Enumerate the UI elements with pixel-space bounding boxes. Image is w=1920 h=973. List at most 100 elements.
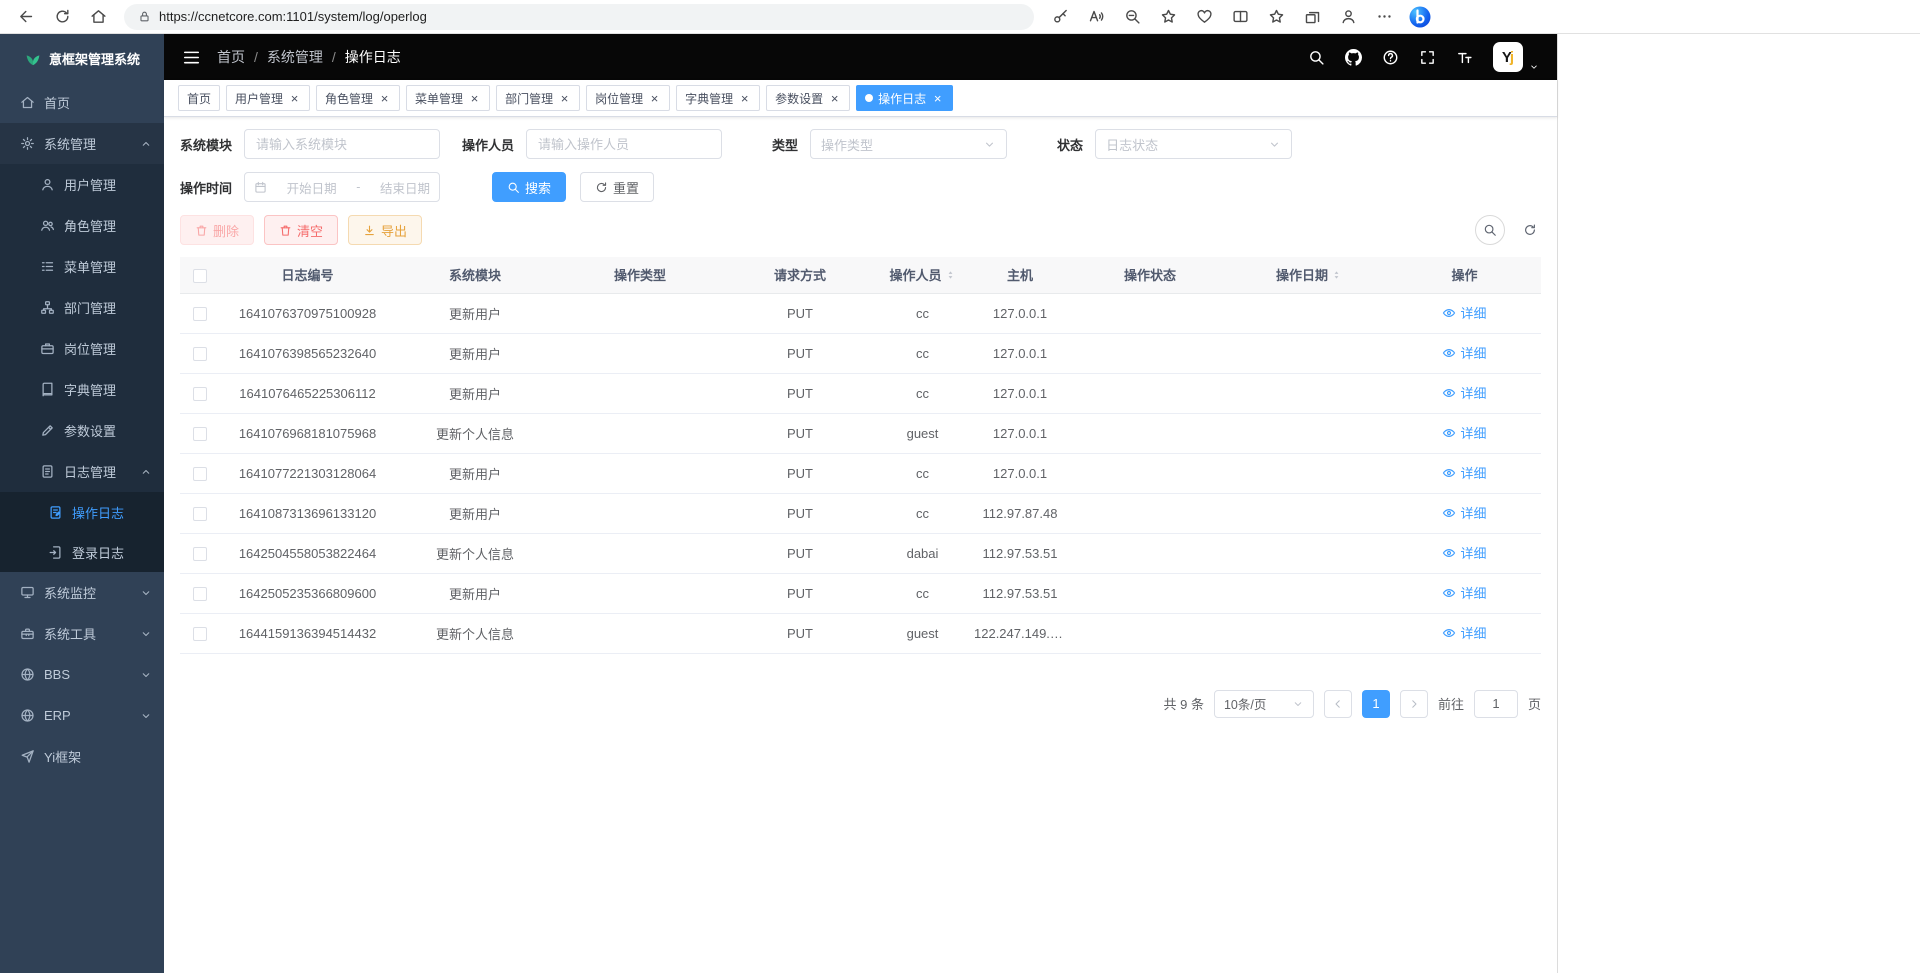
tab[interactable]: 首页 × (178, 85, 220, 111)
operator-input[interactable] (526, 129, 722, 159)
row-checkbox[interactable] (193, 547, 207, 561)
tab[interactable]: 菜单管理 × (406, 85, 490, 111)
row-checkbox[interactable] (193, 467, 207, 481)
row-checkbox[interactable] (193, 507, 207, 521)
sidebar-item[interactable]: 岗位管理 (0, 328, 164, 369)
table-header-cell[interactable]: 操作状态 (1070, 257, 1230, 293)
user-avatar[interactable]: Yj (1493, 42, 1523, 72)
detail-link[interactable]: 详细 (1442, 623, 1486, 642)
row-checkbox[interactable] (193, 627, 207, 641)
current-page[interactable]: 1 (1362, 690, 1390, 718)
search-icon[interactable] (1308, 49, 1325, 66)
tab[interactable]: 岗位管理 × (586, 85, 670, 111)
avatar-caret-icon[interactable] (1529, 62, 1539, 72)
row-checkbox[interactable] (193, 307, 207, 321)
status-select[interactable]: 日志状态 (1095, 129, 1292, 159)
essentials-button[interactable] (1186, 3, 1222, 31)
tab-close-icon[interactable]: × (558, 92, 571, 105)
row-checkbox[interactable] (193, 427, 207, 441)
page-size-select[interactable]: 10条/页 (1214, 690, 1314, 718)
table-header-cell[interactable]: 操作人员 (875, 257, 970, 293)
detail-link[interactable]: 详细 (1442, 423, 1486, 442)
sidebar-item[interactable]: 系统工具 (0, 613, 164, 654)
tab[interactable]: 部门管理 × (496, 85, 580, 111)
tab-close-icon[interactable]: × (738, 92, 751, 105)
reset-button[interactable]: 重置 (580, 172, 654, 202)
table-header-cell[interactable]: 主机 (970, 257, 1070, 293)
sidebar-item[interactable]: BBS (0, 654, 164, 695)
type-select[interactable]: 操作类型 (810, 129, 1007, 159)
row-checkbox[interactable] (193, 387, 207, 401)
goto-page-input[interactable] (1474, 690, 1518, 718)
home-button[interactable] (80, 3, 116, 31)
detail-link[interactable]: 详细 (1442, 303, 1486, 322)
tab-close-icon[interactable]: × (378, 92, 391, 105)
table-header-cell[interactable]: 操作日期 (1230, 257, 1388, 293)
table-header-cell[interactable]: 日志编号 (220, 257, 395, 293)
split-button[interactable] (1222, 3, 1258, 31)
sidebar-item[interactable]: 系统监控 (0, 572, 164, 613)
prev-page-button[interactable] (1324, 690, 1352, 718)
github-icon[interactable] (1345, 49, 1362, 66)
font-size-icon[interactable] (1456, 49, 1473, 66)
detail-link[interactable]: 详细 (1442, 343, 1486, 362)
tab-close-icon[interactable]: × (648, 92, 661, 105)
sort-icon[interactable] (945, 268, 956, 282)
sidebar-item[interactable]: 部门管理 (0, 287, 164, 328)
tab-close-icon[interactable]: × (288, 92, 301, 105)
refresh-table-button[interactable] (1519, 219, 1541, 241)
detail-link[interactable]: 详细 (1442, 383, 1486, 402)
sidebar-item[interactable]: 用户管理 (0, 164, 164, 205)
tab[interactable]: 参数设置 × (766, 85, 850, 111)
favorites-bar-button[interactable] (1258, 3, 1294, 31)
address-bar[interactable]: https://ccnetcore.com:1101/system/log/op… (124, 4, 1034, 30)
tab-close-icon[interactable]: × (931, 92, 944, 105)
sidebar-item[interactable]: 登录日志 (0, 532, 164, 572)
breadcrumb-home[interactable]: 首页 (217, 47, 245, 67)
key-button[interactable] (1042, 3, 1078, 31)
sidebar-item[interactable]: Yi框架 (0, 736, 164, 777)
sidebar-item[interactable]: 菜单管理 (0, 246, 164, 287)
table-header-cell[interactable]: 请求方式 (725, 257, 875, 293)
sort-icon[interactable] (1331, 268, 1342, 282)
table-header-cell[interactable]: 操作类型 (555, 257, 725, 293)
export-button[interactable]: 导出 (348, 215, 422, 245)
zoom-out-button[interactable] (1114, 3, 1150, 31)
fullscreen-icon[interactable] (1419, 49, 1436, 66)
delete-button[interactable]: 删除 (180, 215, 254, 245)
refresh-button[interactable] (44, 3, 80, 31)
sidebar-item[interactable]: 字典管理 (0, 369, 164, 410)
tab[interactable]: 操作日志 × (856, 85, 953, 111)
collections-button[interactable] (1294, 3, 1330, 31)
search-button[interactable]: 搜索 (492, 172, 566, 202)
tab[interactable]: 字典管理 × (676, 85, 760, 111)
next-page-button[interactable] (1400, 690, 1428, 718)
read-aloud-button[interactable] (1078, 3, 1114, 31)
row-checkbox[interactable] (193, 347, 207, 361)
table-header-cell[interactable]: 操作 (1388, 257, 1541, 293)
sidebar-item[interactable]: 操作日志 (0, 492, 164, 532)
clear-button[interactable]: 清空 (264, 215, 338, 245)
detail-link[interactable]: 详细 (1442, 463, 1486, 482)
tab[interactable]: 用户管理 × (226, 85, 310, 111)
tab-close-icon[interactable]: × (828, 92, 841, 105)
sidebar-item[interactable]: 日志管理 (0, 451, 164, 492)
back-button[interactable] (8, 3, 44, 31)
tab[interactable]: 角色管理 × (316, 85, 400, 111)
sidebar-item[interactable]: 参数设置 (0, 410, 164, 451)
sidebar-item[interactable]: 首页 (0, 82, 164, 123)
sidebar-item[interactable]: 角色管理 (0, 205, 164, 246)
detail-link[interactable]: 详细 (1442, 583, 1486, 602)
select-all-checkbox[interactable] (193, 269, 207, 283)
detail-link[interactable]: 详细 (1442, 503, 1486, 522)
table-header-cell[interactable]: 系统模块 (395, 257, 555, 293)
sidebar-item[interactable]: 系统管理 (0, 123, 164, 164)
help-icon[interactable] (1382, 49, 1399, 66)
person-button[interactable] (1330, 3, 1366, 31)
sidebar-toggle-icon[interactable] (182, 48, 201, 67)
module-input[interactable] (244, 129, 440, 159)
row-checkbox[interactable] (193, 587, 207, 601)
sidebar-item[interactable]: ERP (0, 695, 164, 736)
favorite-button[interactable] (1150, 3, 1186, 31)
toggle-search-button[interactable] (1475, 215, 1505, 245)
